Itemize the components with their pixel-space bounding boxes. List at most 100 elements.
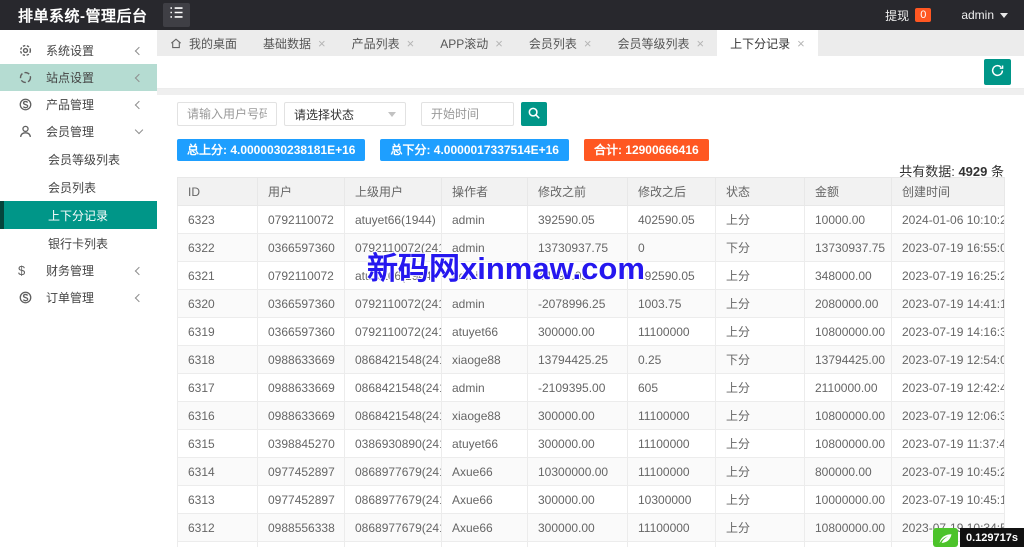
table-cell: 6314: [177, 457, 258, 486]
table-cell: 9000000.00: [804, 541, 892, 547]
table-cell: 300000.00: [527, 317, 628, 346]
table-cell: atuyet66: [441, 429, 528, 458]
sidebar-subitem-member-level-list[interactable]: 会员等级列表: [0, 145, 157, 173]
close-icon[interactable]: ×: [696, 37, 704, 50]
total-up-badge: 总上分: 4.0000030238181E+16: [177, 139, 366, 161]
sidebar-item-product-mgmt[interactable]: 产品管理: [0, 91, 157, 118]
table-cell: 10300000.00: [527, 457, 628, 486]
tab-label: APP滚动: [440, 36, 489, 51]
refresh-button[interactable]: [984, 59, 1011, 85]
close-icon[interactable]: ×: [407, 37, 415, 50]
withdraw-button[interactable]: 提现 0: [885, 7, 932, 24]
table-cell: xiaoge88: [441, 345, 528, 374]
close-icon[interactable]: ×: [797, 37, 805, 50]
table-cell: 0: [627, 233, 716, 262]
sidebar-item-member-mgmt[interactable]: 会员管理: [0, 118, 157, 145]
table-row: 631903665973600792110072(2419)atuyet6630…: [177, 317, 1005, 346]
table-cell: 0792110072: [257, 205, 345, 234]
table-cell: 下分: [715, 233, 805, 262]
table-cell: 2023-07-19 10:45:12: [891, 485, 1005, 514]
table-cell: 6321: [177, 261, 258, 290]
tab-my-desktop[interactable]: 我的桌面: [157, 30, 250, 56]
table-header: ID 用户 上级用户 操作者 修改之前 修改之后 状态 金额 创建时间: [177, 177, 1005, 206]
tab-label: 基础数据: [263, 36, 312, 51]
column-header: 修改之前: [527, 177, 628, 206]
column-header: 创建时间: [891, 177, 1005, 206]
close-icon[interactable]: ×: [495, 37, 503, 50]
table-cell: -2109395.00: [527, 373, 628, 402]
status-select-value: 请选择状态: [294, 107, 355, 122]
tab-base-data[interactable]: 基础数据 ×: [250, 30, 339, 56]
user-number-input[interactable]: [177, 102, 277, 126]
search-button[interactable]: [521, 102, 547, 126]
table-row: 631109365789100932920650(2404)admin90734…: [177, 541, 1005, 547]
tab-product-list[interactable]: 产品列表 ×: [339, 30, 428, 56]
table-row: 631209885563380868977679(2411)Axue663000…: [177, 513, 1005, 542]
withdraw-label: 提现: [885, 8, 910, 23]
column-header: 金额: [804, 177, 892, 206]
status-select[interactable]: 请选择状态: [284, 102, 406, 126]
table-cell: 0792110072: [257, 261, 345, 290]
table-cell: 1003.75: [627, 289, 716, 318]
sidebar-subitem-member-list[interactable]: 会员列表: [0, 173, 157, 201]
table-cell: 2023-07-19 10:45:23: [891, 457, 1005, 486]
column-header: 状态: [715, 177, 805, 206]
record-count-value: 4929: [958, 164, 988, 179]
tab-member-list[interactable]: 会员列表 ×: [516, 30, 605, 56]
tab-app-scroll[interactable]: APP滚动 ×: [427, 30, 516, 56]
table-cell: 2023-07-19 16:25:29: [891, 261, 1005, 290]
sidebar-item-label: 会员管理: [46, 125, 95, 139]
close-icon[interactable]: ×: [318, 37, 326, 50]
sidebar-item-finance-mgmt[interactable]: $ 财务管理: [0, 257, 157, 284]
table-cell: 11100000: [627, 429, 716, 458]
table-cell: 300000.00: [527, 401, 628, 430]
column-header: 上级用户: [344, 177, 442, 206]
tab-member-level-list[interactable]: 会员等级列表 ×: [604, 30, 717, 56]
table-cell: admin: [441, 373, 528, 402]
sidebar-item-order-mgmt[interactable]: 订单管理: [0, 284, 157, 311]
table-cell: 0868421548(2417): [344, 345, 442, 374]
table-row: 631709886336690868421548(2417)admin-2109…: [177, 373, 1005, 402]
table-cell: 402590.05: [627, 205, 716, 234]
table-cell: 2023-07-19 14:16:36: [891, 317, 1005, 346]
tab-label: 上下分记录: [730, 36, 791, 51]
table-cell: 2023-07-19 11:37:49: [891, 429, 1005, 458]
total-down-badge: 总下分: 4.0000017337514E+16: [380, 139, 569, 161]
table-cell: 11100000: [627, 513, 716, 542]
column-header: ID: [177, 177, 258, 206]
user-menu[interactable]: admin: [961, 8, 1008, 22]
table-cell: 0988633669: [257, 373, 345, 402]
table-cell: 605: [627, 373, 716, 402]
table-cell: 2023-07-19 12:06:39: [891, 401, 1005, 430]
table-cell: 2023-07-19 16:55:04: [891, 233, 1005, 262]
table-cell: 上分: [715, 261, 805, 290]
sidebar-item-system-settings[interactable]: 系统设置: [0, 37, 157, 64]
table-cell: 348000.00: [804, 261, 892, 290]
tab-updown-records[interactable]: 上下分记录 ×: [717, 30, 818, 56]
table-cell: 300000.00: [527, 513, 628, 542]
tab-label: 产品列表: [351, 36, 400, 51]
sidebar-subitem-label: 上下分记录: [48, 208, 109, 223]
tab-label: 会员列表: [528, 36, 577, 51]
table-cell: 0366597360: [257, 233, 345, 262]
chevron-left-icon: [134, 73, 144, 82]
start-time-input[interactable]: [421, 102, 514, 126]
table-cell: 0792110072(2419): [344, 317, 442, 346]
table-cell: 2023-07-19 12:54:05: [891, 345, 1005, 374]
table-cell: 11100000: [627, 401, 716, 430]
table-cell: 0988633669: [257, 401, 345, 430]
table-cell: 6316: [177, 401, 258, 430]
performance-icon: [933, 528, 958, 547]
header-right: 提现 0 admin: [885, 7, 1024, 24]
chevron-down-icon: [388, 111, 396, 117]
table-cell: 6545: [627, 541, 716, 547]
sidebar-item-site-settings[interactable]: 站点设置: [0, 64, 157, 91]
table-cell: 0398845270: [257, 429, 345, 458]
table-cell: -2078996.25: [527, 289, 628, 318]
menu-toggle-button[interactable]: [163, 3, 190, 27]
sidebar-subitem-updown-records[interactable]: 上下分记录: [0, 201, 157, 229]
close-icon[interactable]: ×: [584, 37, 592, 50]
tab-label: 我的桌面: [189, 36, 238, 51]
table-cell: 2024-01-06 10:10:24: [891, 205, 1005, 234]
sidebar-subitem-bankcard-list[interactable]: 银行卡列表: [0, 229, 157, 257]
